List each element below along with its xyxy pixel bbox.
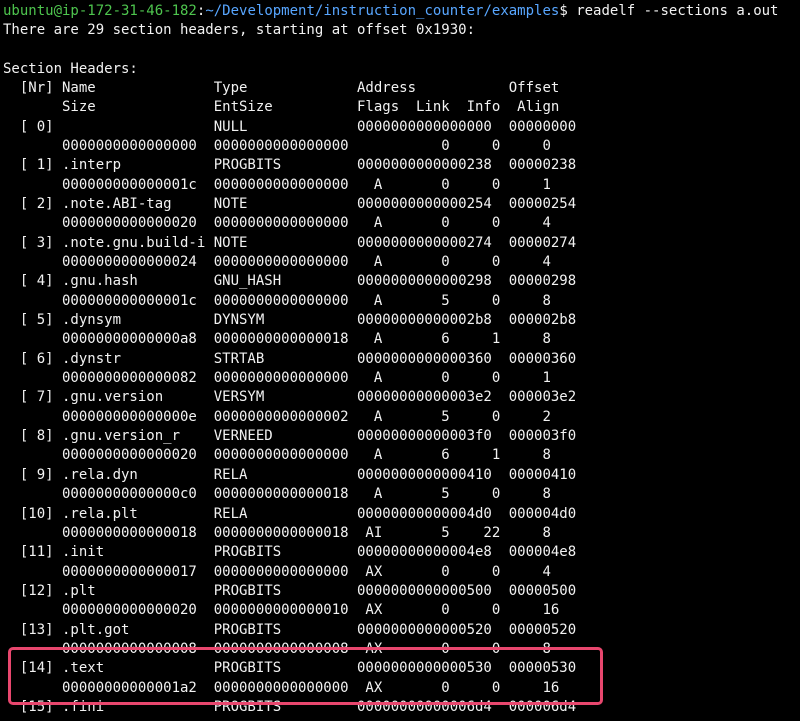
section-row-main: [ 8] .gnu.version_r VERNEED 000000000000… <box>3 428 577 445</box>
command-text: readelf --sections a.out <box>567 3 779 19</box>
column-header-1: [Nr] Name Type Address Offset <box>3 80 560 96</box>
prompt-symbol: $ <box>559 3 568 19</box>
highlight-box <box>8 647 603 705</box>
section-row-main: [11] .init PROGBITS 00000000000004e8 000… <box>3 544 577 561</box>
section-row-main: [ 1] .interp PROGBITS 0000000000000238 0… <box>3 157 577 174</box>
section-row-main: [ 5] .dynsym DYNSYM 00000000000002b8 000… <box>3 312 577 328</box>
prompt-line: ubuntu@ip-172-31-46-182:~/Development/in… <box>3 3 779 19</box>
section-row-main: [13] .plt.got PROGBITS 0000000000000520 … <box>3 621 577 638</box>
section-row-main: [ 2] .note.ABI-tag NOTE 0000000000000254… <box>3 195 577 212</box>
section-row-detail: 00000000000000a8 0000000000000018 A 6 1 … <box>3 331 551 348</box>
section-row-main: [ 9] .rela.dyn RELA 0000000000000410 000… <box>3 466 577 483</box>
section-row-detail: 0000000000000082 0000000000000000 A 0 0 … <box>3 370 551 387</box>
column-header-2: Size EntSize Flags Link Info Align <box>3 99 560 115</box>
section-row-detail: 00000000000000c0 0000000000000018 A 5 0 … <box>3 486 551 503</box>
section-row-main: [12] .plt PROGBITS 0000000000000500 0000… <box>3 582 577 599</box>
section-row-main: [ 0] NULL 0000000000000000 00000000 <box>3 118 577 135</box>
section-row-main: [ 3] .note.gnu.build-i NOTE 000000000000… <box>3 234 577 251</box>
section-row-detail: 000000000000001c 0000000000000000 A 0 0 … <box>3 176 551 193</box>
section-row-detail: 000000000000000e 0000000000000002 A 5 0 … <box>3 408 551 425</box>
prompt-path: ~/Development/instruction_counter/exampl… <box>205 3 560 19</box>
section-row-detail: 000000000000001c 0000000000000000 A 5 0 … <box>3 292 551 309</box>
section-row-detail: 0000000000000020 0000000000000000 A 6 1 … <box>3 447 551 464</box>
section-row-main: [10] .rela.plt RELA 00000000000004d0 000… <box>3 505 577 522</box>
prompt-user-host: ubuntu@ip-172-31-46-182 <box>3 3 197 19</box>
section-row-main: [ 6] .dynstr STRTAB 0000000000000360 000… <box>3 350 577 367</box>
section-headers-title: Section Headers: <box>3 61 138 77</box>
section-row-detail: 0000000000000000 0000000000000000 0 0 0 <box>3 137 551 154</box>
section-row-detail: 0000000000000020 0000000000000000 A 0 0 … <box>3 215 551 232</box>
summary-line: There are 29 section headers, starting a… <box>3 22 476 38</box>
section-row-main: [ 7] .gnu.version VERSYM 00000000000003e… <box>3 389 577 406</box>
section-row-detail: 0000000000000020 0000000000000010 AX 0 0… <box>3 602 560 619</box>
section-row-detail: 0000000000000024 0000000000000000 A 0 0 … <box>3 253 551 270</box>
section-row-detail: 0000000000000018 0000000000000018 AI 5 2… <box>3 524 551 541</box>
section-row-main: [ 4] .gnu.hash GNU_HASH 0000000000000298… <box>3 273 577 290</box>
section-row-detail: 0000000000000017 0000000000000000 AX 0 0… <box>3 563 551 580</box>
